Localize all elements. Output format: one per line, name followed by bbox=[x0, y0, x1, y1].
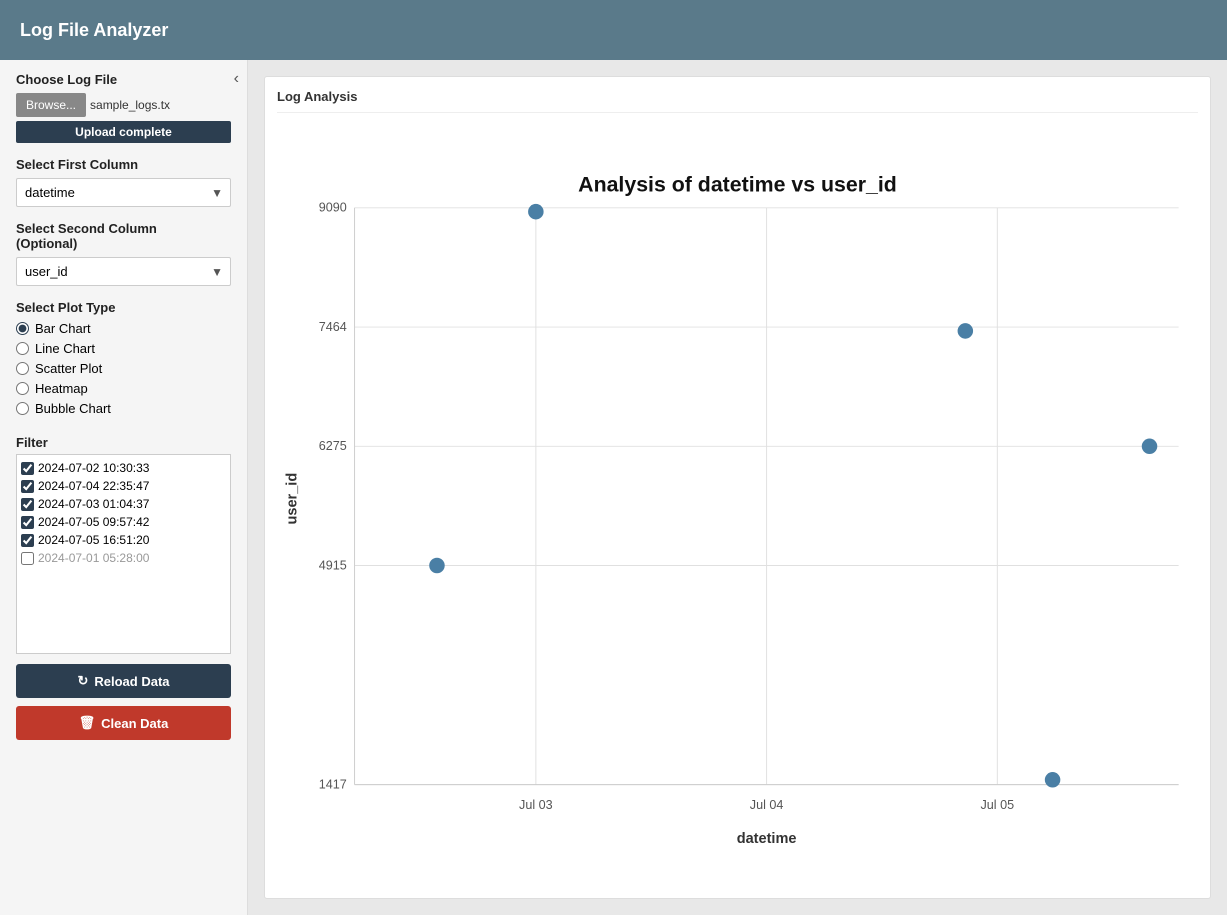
svg-text:9090: 9090 bbox=[319, 201, 347, 215]
chart-card-title: Log Analysis bbox=[277, 89, 1198, 113]
reload-button[interactable]: ↻ Reload Data bbox=[16, 664, 231, 698]
plot-type-line[interactable]: Line Chart bbox=[16, 341, 231, 356]
filter-item-2[interactable]: 2024-07-04 22:35:47 bbox=[21, 477, 226, 495]
plot-type-heatmap[interactable]: Heatmap bbox=[16, 381, 231, 396]
data-point-3 bbox=[958, 323, 974, 339]
file-section-label: Choose Log File bbox=[16, 72, 231, 87]
svg-text:Jul 05: Jul 05 bbox=[981, 798, 1015, 812]
filter-checkbox-1[interactable] bbox=[21, 462, 34, 475]
filter-item-label-4: 2024-07-05 09:57:42 bbox=[38, 515, 149, 529]
svg-text:6275: 6275 bbox=[319, 439, 347, 453]
filter-item-3[interactable]: 2024-07-03 01:04:37 bbox=[21, 495, 226, 513]
data-point-2 bbox=[429, 558, 445, 574]
filter-checkbox-2[interactable] bbox=[21, 480, 34, 493]
file-row: Browse... sample_logs.tx bbox=[16, 93, 231, 117]
trash-icon: 🗑 bbox=[79, 715, 96, 731]
data-point-4 bbox=[1142, 439, 1158, 455]
plot-type-bubble-label: Bubble Chart bbox=[35, 401, 111, 416]
filter-item-label-5: 2024-07-05 16:51:20 bbox=[38, 533, 149, 547]
data-point-1 bbox=[528, 204, 544, 220]
plot-type-heatmap-radio[interactable] bbox=[16, 382, 29, 395]
plot-type-line-label: Line Chart bbox=[35, 341, 95, 356]
plot-type-bar-radio[interactable] bbox=[16, 322, 29, 335]
filter-item-6[interactable]: 2024-07-01 05:28:00 bbox=[21, 549, 226, 567]
chart-svg: Analysis of datetime vs user_id bbox=[277, 121, 1198, 886]
svg-text:user_id: user_id bbox=[284, 473, 300, 525]
svg-text:1417: 1417 bbox=[319, 778, 347, 792]
clean-button-label: Clean Data bbox=[101, 716, 168, 731]
clean-button[interactable]: 🗑 Clean Data bbox=[16, 706, 231, 740]
first-column-label: Select First Column bbox=[16, 157, 231, 172]
first-column-dropdown-wrap: datetime user_id action ip_address ▼ bbox=[16, 178, 231, 207]
plot-type-scatter-radio[interactable] bbox=[16, 362, 29, 375]
filter-item-label-2: 2024-07-04 22:35:47 bbox=[38, 479, 149, 493]
plot-type-scatter[interactable]: Scatter Plot bbox=[16, 361, 231, 376]
filter-checkbox-6[interactable] bbox=[21, 552, 34, 565]
sidebar: ‹ Choose Log File Browse... sample_logs.… bbox=[0, 60, 248, 915]
svg-text:Jul 04: Jul 04 bbox=[750, 798, 784, 812]
first-column-section: Select First Column datetime user_id act… bbox=[16, 157, 231, 207]
filter-item-label-1: 2024-07-02 10:30:33 bbox=[38, 461, 149, 475]
plot-type-scatter-label: Scatter Plot bbox=[35, 361, 102, 376]
file-section: Choose Log File Browse... sample_logs.tx… bbox=[16, 72, 231, 143]
filter-item-label-6: 2024-07-01 05:28:00 bbox=[38, 551, 149, 565]
svg-text:7464: 7464 bbox=[319, 320, 347, 334]
second-column-label: Select Second Column(Optional) bbox=[16, 221, 231, 251]
chart-area: Analysis of datetime vs user_id bbox=[277, 121, 1198, 886]
filter-checkbox-4[interactable] bbox=[21, 516, 34, 529]
browse-button[interactable]: Browse... bbox=[16, 93, 86, 117]
chart-card: Log Analysis Analysis of datetime vs use… bbox=[264, 76, 1211, 899]
data-point-5 bbox=[1045, 772, 1061, 788]
app-header: Log File Analyzer bbox=[0, 0, 1227, 60]
filter-item-5[interactable]: 2024-07-05 16:51:20 bbox=[21, 531, 226, 549]
filename-display: sample_logs.tx bbox=[90, 98, 170, 112]
filter-box[interactable]: 2024-07-02 10:30:33 2024-07-04 22:35:47 … bbox=[16, 454, 231, 654]
upload-status-bar: Upload complete bbox=[16, 121, 231, 143]
plot-type-bar[interactable]: Bar Chart bbox=[16, 321, 231, 336]
plot-type-line-radio[interactable] bbox=[16, 342, 29, 355]
reload-icon: ↻ bbox=[77, 673, 88, 689]
reload-button-label: Reload Data bbox=[94, 674, 169, 689]
filter-item-1[interactable]: 2024-07-02 10:30:33 bbox=[21, 459, 226, 477]
svg-text:datetime: datetime bbox=[737, 831, 797, 847]
svg-text:4915: 4915 bbox=[319, 558, 347, 572]
plot-type-bubble[interactable]: Bubble Chart bbox=[16, 401, 231, 416]
collapse-button[interactable]: ‹ bbox=[234, 70, 239, 88]
plot-type-bar-label: Bar Chart bbox=[35, 321, 91, 336]
plot-type-heatmap-label: Heatmap bbox=[35, 381, 88, 396]
main-content: Log Analysis Analysis of datetime vs use… bbox=[248, 60, 1227, 915]
filter-item-label-3: 2024-07-03 01:04:37 bbox=[38, 497, 149, 511]
filter-checkbox-5[interactable] bbox=[21, 534, 34, 547]
plot-type-label: Select Plot Type bbox=[16, 300, 231, 315]
svg-text:Analysis of datetime vs user_i: Analysis of datetime vs user_id bbox=[578, 172, 897, 196]
filter-checkbox-3[interactable] bbox=[21, 498, 34, 511]
filter-item-4[interactable]: 2024-07-05 09:57:42 bbox=[21, 513, 226, 531]
svg-text:Jul 03: Jul 03 bbox=[519, 798, 553, 812]
app-title: Log File Analyzer bbox=[20, 20, 168, 41]
second-column-select[interactable]: user_id datetime action ip_address bbox=[16, 257, 231, 286]
second-column-dropdown-wrap: user_id datetime action ip_address ▼ bbox=[16, 257, 231, 286]
filter-label: Filter bbox=[16, 435, 231, 450]
plot-type-section: Select Plot Type Bar Chart Line Chart Sc… bbox=[16, 300, 231, 421]
first-column-select[interactable]: datetime user_id action ip_address bbox=[16, 178, 231, 207]
plot-type-bubble-radio[interactable] bbox=[16, 402, 29, 415]
second-column-section: Select Second Column(Optional) user_id d… bbox=[16, 221, 231, 286]
